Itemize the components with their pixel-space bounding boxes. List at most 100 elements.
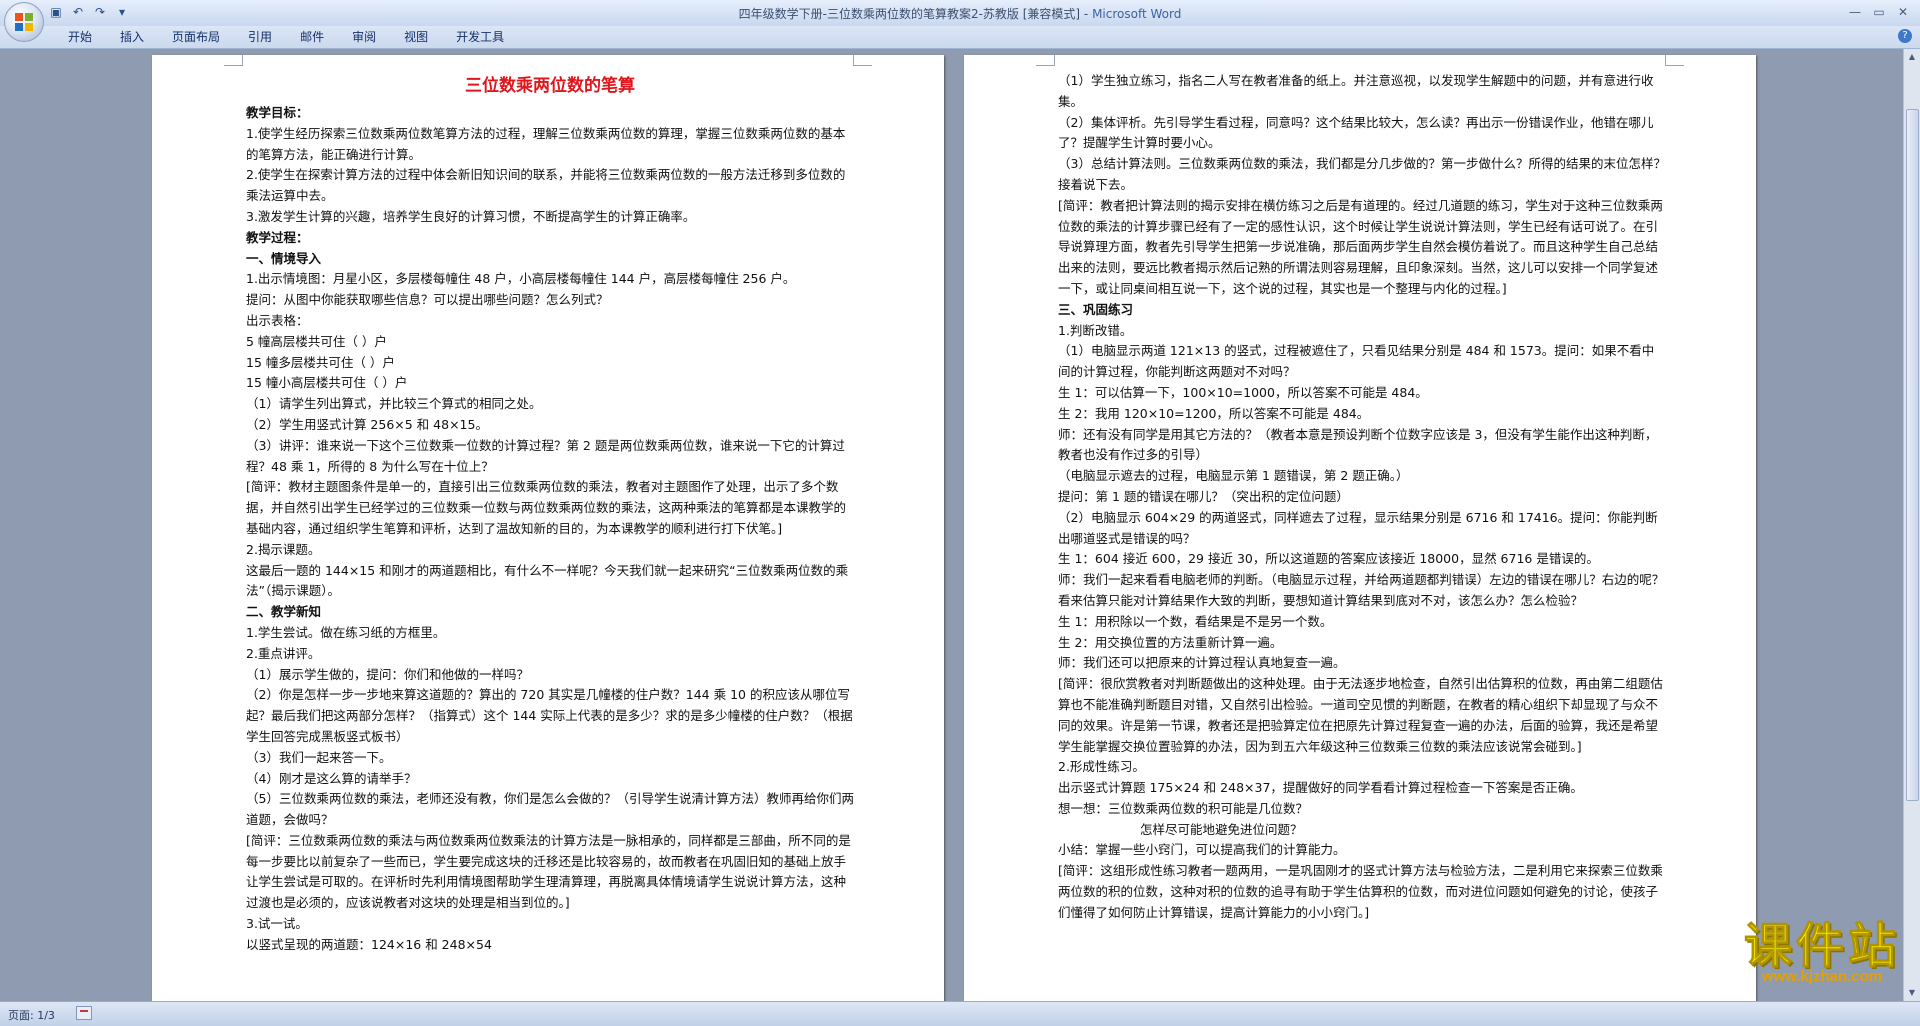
scroll-down-icon[interactable]: ▼ [1907,988,1917,998]
window-title: 四年级数学下册-三位数乘两位数的笔算教案2-苏教版 [兼容模式] - Micro… [0,5,1920,22]
tab-page-layout[interactable]: 页面布局 [158,29,234,45]
paragraph: [简评：三位数乘两位数的乘法与两位数乘两位数乘法的计算方法是一脉相承的，同样都是… [246,831,854,914]
tab-mailings[interactable]: 邮件 [286,29,338,45]
paragraph: [简评：教材主题图条件是单一的，直接引出三位数乘两位数的乘法，教者对主题图作了处… [246,477,854,539]
paragraph: 小结：掌握一些小窍门，可以提高我们的计算能力。 [1058,840,1666,861]
paragraph: （3）讲评：谁来说一下这个三位数乘一位数的计算过程？第 2 题是两位数乘两位数，… [246,436,854,478]
paragraph-text: （3）讲评：谁来说一下这个三位数乘一位数的计算过程？第 2 题是两位数乘两位数，… [246,437,845,474]
paragraph: 生 1：可以估算一下，100×10=1000，所以答案不可能是 484。 [1058,383,1666,404]
paragraph-text: （4）刚才是这么算的请举手？ [246,770,417,786]
document-page-2[interactable]: （1）学生独立练习，指名二人写在教者准备的纸上。并注意巡视，以发现学生解题中的问… [964,55,1756,1001]
paragraph: （3）我们一起来答一下。 [246,748,854,769]
vertical-scrollbar[interactable]: ▲ ▼ [1903,49,1920,1001]
document-title: 四年级数学下册-三位数乘两位数的笔算教案2-苏教版 [兼容模式] - [738,7,1093,21]
paragraph-text: [简评：教材主题图条件是单一的，直接引出三位数乘两位数的乘法，教者对主题图作了处… [246,479,847,536]
window-controls: — ▭ ✕ [1844,3,1914,21]
paragraph: （电脑显示遮去的过程，电脑显示第 1 题错误，第 2 题正确。） [1058,466,1666,487]
paragraph-text: 二、教学新知 [246,604,322,620]
paragraph-text: 想一想：三位数乘两位数的积可能是几位数？ [1058,800,1309,816]
paragraph: 1.使学生经历探索三位数乘两位数笔算方法的过程，理解三位数乘两位数的算理，掌握三… [246,124,854,166]
tab-home[interactable]: 开始 [54,29,106,45]
paragraph: 1.判断改错。 [1058,321,1666,342]
minimize-button[interactable]: — [1844,3,1866,21]
document-heading: 三位数乘两位数的笔算 [465,76,635,96]
paragraph-text: （3）我们一起来答一下。 [246,749,392,765]
paragraph-text: （电脑显示遮去的过程，电脑显示第 1 题错误，第 2 题正确。） [1058,468,1409,484]
paragraph: 15 幢小高层楼共可住（ ）户 [246,373,854,394]
paragraph: 三、巩固练习 [1058,300,1666,321]
paragraph: （2）集体评析。先引导学生看过程，同意吗？这个结果比较大，怎么读？再出示一份错误… [1058,113,1666,155]
paragraph-text: （3）总结计算法则。三位数乘两位数的乘法，我们都是分几步做的？第一步做什么？所得… [1058,156,1666,192]
paragraph-text: 怎样尽可能地避免进位问题？ [1140,821,1303,837]
crop-mark [1036,55,1055,66]
tab-review[interactable]: 审阅 [338,29,390,45]
tab-developer[interactable]: 开发工具 [442,29,518,45]
page-2-paragraphs: （1）学生独立练习，指名二人写在教者准备的纸上。并注意巡视，以发现学生解题中的问… [1058,71,1666,924]
paragraph-text: （1）学生独立练习，指名二人写在教者准备的纸上。并注意巡视，以发现学生解题中的问… [1058,73,1654,109]
paragraph: [简评：这组形成性练习教者一题两用，一是巩固刚才的竖式计算方法与检验方法，二是利… [1058,861,1666,923]
paragraph: 1.出示情境图：月星小区，多层楼每幢住 48 户，小高层楼每幢住 144 户，高… [246,269,854,290]
paragraph: 一、情境导入 [246,249,854,270]
paragraph: 想一想：三位数乘两位数的积可能是几位数？ [1058,799,1666,820]
close-button[interactable]: ✕ [1892,3,1914,21]
paragraph-text: 3.试一试。 [246,916,308,932]
paragraph: 提问：从图中你能获取哪些信息？可以提出哪些问题？怎么列式？ [246,290,854,311]
paragraph: （1）请学生列出算式，并比较三个算式的相同之处。 [246,394,854,415]
document-page-1[interactable]: 三位数乘两位数的笔算 教学目标： 1.使学生经历探索三位数乘两位数笔算方法的过程，… [152,55,944,1001]
paragraph-text: 三、巩固练习 [1058,301,1134,317]
paragraph: （3）总结计算法则。三位数乘两位数的乘法，我们都是分几步做的？第一步做什么？所得… [1058,154,1666,196]
paragraph-text: （2）学生用竖式计算 256×5 和 48×15。 [246,416,488,432]
page-count[interactable]: 页面: 1/3 [8,1007,55,1023]
paragraph: （2）你是怎样一步一步地来算这道题的？算出的 720 其实是几幢楼的住户数？14… [246,685,854,747]
paragraph: [简评：教者把计算法则的揭示安排在横仿练习之后是有道理的。经过几道题的练习，学生… [1058,196,1666,300]
paragraph: 2.重点讲评。 [246,644,854,665]
page-1-content: 三位数乘两位数的笔算 教学目标： 1.使学生经历探索三位数乘两位数笔算方法的过程，… [246,67,854,956]
paragraph-text: [简评：很欣赏教者对判断题做出的这种处理。由于无法逐步地检查，自然引出估算积的位… [1058,676,1663,754]
paragraph-text: 15 幢小高层楼共可住（ ）户 [246,375,408,391]
paragraph-text: 师：我们还可以把原来的计算过程认真地复查一遍。 [1058,655,1346,671]
paragraph: （1）电脑显示两道 121×13 的竖式，过程被遮住了，只看见结果分别是 484… [1058,341,1666,383]
paragraph: 15 幢多层楼共可住（ ）户 [246,353,854,374]
tab-references[interactable]: 引用 [234,29,286,45]
watermark-logo-text: 课件站 [1743,918,1900,974]
paragraph-text: 出示表格： [246,312,309,328]
status-bar: 页面: 1/3 [0,1001,1920,1026]
office-button[interactable] [4,2,44,42]
paragraph-text: （1）展示学生做的，提问：你们和他做的一样吗？ [246,666,529,682]
paragraph-text: 1.使学生经历探索三位数乘两位数笔算方法的过程，理解三位数乘两位数的算理，掌握三… [246,125,846,162]
paragraph: 2.使学生在探索计算方法的过程中体会新旧知识间的联系，并能将三位数乘两位数的一般… [246,165,854,207]
tab-insert[interactable]: 插入 [106,29,158,45]
paragraph-text: 1.学生尝试。做在练习纸的方框里。 [246,624,446,640]
paragraph: 3.试一试。 [246,914,854,935]
paragraph-text: 1.出示情境图：月星小区，多层楼每幢住 48 户，小高层楼每幢住 144 户，高… [246,271,796,287]
proofing-icon[interactable] [76,1006,92,1020]
paragraph: 生 2：我用 120×10=1200，所以答案不可能是 484。 [1058,404,1666,425]
paragraph: 二、教学新知 [246,602,854,623]
scroll-up-icon[interactable]: ▲ [1907,52,1917,62]
app-name: Microsoft Word [1092,7,1182,21]
paragraph: （1）学生独立练习，指名二人写在教者准备的纸上。并注意巡视，以发现学生解题中的问… [1058,71,1666,113]
crop-mark [1665,55,1684,66]
paragraph-text: （1）电脑显示两道 121×13 的竖式，过程被遮住了，只看见结果分别是 484… [1058,343,1655,380]
paragraph: （1）展示学生做的，提问：你们和他做的一样吗？ [246,665,854,686]
watermark-url: www.kjzhan.com [1761,968,1883,985]
paragraph-text: [简评：三位数乘两位数的乘法与两位数乘两位数乘法的计算方法是一脉相承的，同样都是… [246,832,851,911]
paragraph-text: 小结：掌握一些小窍门，可以提高我们的计算能力。 [1058,842,1346,858]
scrollbar-thumb[interactable] [1906,109,1919,801]
paragraph: 师：还有没有同学是用其它方法的？（教者本意是预设判断个位数字应该是 3，但没有学… [1058,425,1666,467]
paragraph-text: 生 2：用交换位置的方法重新计算一遍。 [1058,634,1283,650]
paragraph-text: 3.激发学生计算的兴趣，培养学生良好的计算习惯，不断提高学生的计算正确率。 [246,208,696,224]
paragraph-text: （2）集体评析。先引导学生看过程，同意吗？这个结果比较大，怎么读？再出示一份错误… [1058,114,1654,151]
paragraph-text: 师：还有没有同学是用其它方法的？（教者本意是预设判断个位数字应该是 3，但没有学… [1058,426,1658,463]
document-workspace[interactable]: 三位数乘两位数的笔算 教学目标： 1.使学生经历探索三位数乘两位数笔算方法的过程，… [0,49,1904,1001]
maximize-button[interactable]: ▭ [1868,3,1890,21]
paragraph-text: 2.形成性练习。 [1058,759,1145,775]
ribbon-tabs: 开始 插入 页面布局 引用 邮件 审阅 视图 开发工具 [54,29,518,45]
paragraph: 1.学生尝试。做在练习纸的方框里。 [246,623,854,644]
page-1-paragraphs: 教学目标： 1.使学生经历探索三位数乘两位数笔算方法的过程，理解三位数乘两位数的算… [246,103,854,956]
help-icon[interactable]: ? [1898,29,1912,43]
paragraph-text: 生 1：用积除以一个数，看结果是不是另一个数。 [1058,613,1333,629]
paragraph: 出示竖式计算题 175×24 和 248×37，提醒做好的同学看看计算过程检查一… [1058,778,1666,799]
office-logo-icon [15,13,33,31]
tab-view[interactable]: 视图 [390,29,442,45]
